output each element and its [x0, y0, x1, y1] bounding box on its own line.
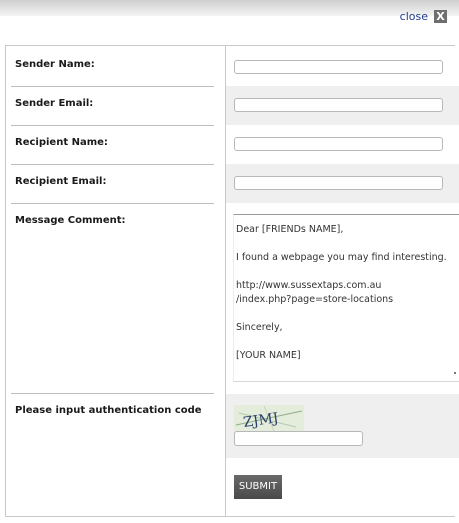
captcha-code: ZJMJ [242, 410, 279, 431]
recipient-name-label: Recipient Name: [15, 137, 108, 148]
sender-email-input[interactable] [234, 98, 443, 112]
close-icon[interactable]: X [434, 9, 447, 23]
dialog-top-bar [0, 0, 459, 16]
column-divider [225, 46, 226, 516]
close-control[interactable]: close X [400, 8, 447, 24]
sender-name-input[interactable] [234, 60, 443, 74]
sender-name-label: Sender Name: [15, 59, 95, 70]
recipient-email-label: Recipient Email: [15, 176, 107, 187]
close-link[interactable]: close [400, 10, 428, 23]
captcha-input[interactable] [234, 431, 363, 446]
label-divider [11, 164, 214, 165]
label-divider [11, 203, 214, 204]
captcha-image: ZJMJ [234, 405, 304, 432]
label-divider [11, 86, 214, 87]
submit-button[interactable]: SUBMIT [234, 475, 282, 499]
message-comment-textarea[interactable]: Dear [FRIENDs NAME], I found a webpage y… [233, 214, 459, 382]
captcha-label: Please input authentication code [15, 405, 202, 416]
label-divider [11, 393, 214, 394]
message-comment-label: Message Comment: [15, 215, 126, 226]
recipient-email-input[interactable] [234, 176, 443, 190]
textarea-resize-handle[interactable] [454, 372, 456, 374]
sender-email-label: Sender Email: [15, 98, 94, 109]
label-divider [11, 125, 214, 126]
recipient-name-input[interactable] [234, 137, 443, 151]
